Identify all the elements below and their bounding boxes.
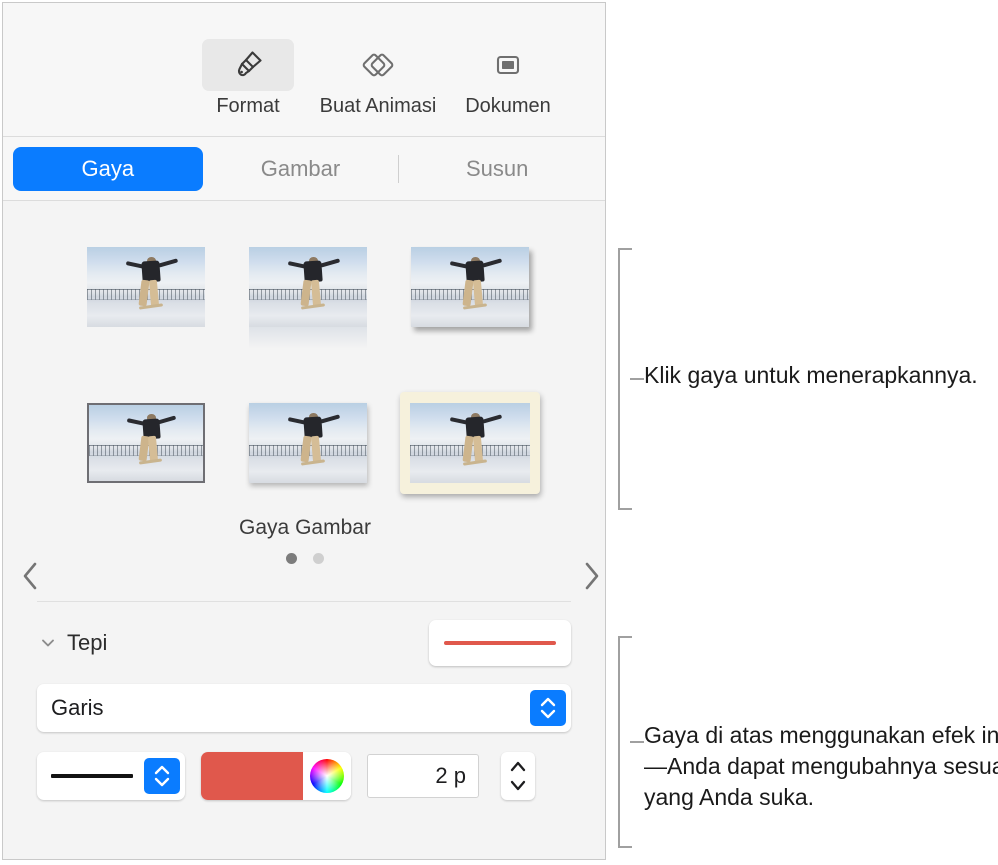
page-dot-2[interactable] [313, 553, 324, 564]
color-wheel-icon [310, 759, 344, 793]
line-style-popup[interactable] [37, 752, 185, 800]
callout-tick [630, 741, 644, 743]
border-color-well[interactable] [201, 752, 351, 800]
stroke-preview-line [444, 641, 556, 645]
chevron-down-icon[interactable] [37, 632, 59, 654]
toolbar-button-animate[interactable]: Buat Animasi [303, 39, 453, 119]
toolbar-button-format-label: Format [216, 95, 280, 117]
toolbar-button-animate-label: Buat Animasi [319, 95, 437, 117]
animate-diamonds-icon [332, 39, 424, 91]
callout-image-styles-text: Klik gaya untuk menerapkannya. [644, 362, 978, 388]
gallery-page-dots [3, 553, 605, 564]
style-thumbnail [249, 403, 367, 483]
tab-gaya[interactable]: Gaya [13, 146, 203, 191]
up-down-stepper-icon[interactable] [501, 752, 535, 800]
inspector-tabbar: Gaya Gambar Susun [3, 137, 605, 201]
callout-tick [630, 378, 644, 380]
image-style-option-3[interactable] [389, 209, 551, 365]
toolbar-button-format[interactable]: Format [193, 39, 303, 119]
border-width-field[interactable]: 2 p [367, 754, 479, 798]
toolbar-button-group: Format Buat Animasi Dokumen [193, 39, 563, 119]
color-wheel-button[interactable] [303, 752, 351, 800]
style-thumbnail [411, 247, 529, 327]
skater-photo [89, 405, 203, 481]
skater-photo [249, 247, 367, 327]
image-styles-gallery: Gaya Gambar [3, 201, 605, 601]
color-swatch[interactable] [201, 752, 303, 800]
skater-photo [87, 247, 205, 327]
image-style-grid [65, 209, 551, 521]
toolbar-button-document[interactable]: Dokumen [453, 39, 563, 119]
image-style-option-2[interactable] [227, 209, 389, 365]
up-down-chevrons-icon[interactable] [144, 758, 180, 794]
skater-photo [410, 403, 530, 483]
format-inspector-panel: Format Buat Animasi Dokumen Gaya Gambar … [2, 2, 606, 860]
border-controls-row: 2 p [37, 752, 571, 800]
border-section-title: Tepi [67, 630, 108, 655]
inspector-toolbar: Format Buat Animasi Dokumen [3, 3, 605, 137]
toolbar-button-document-label: Dokumen [465, 95, 551, 117]
border-type-value: Garis [51, 695, 104, 720]
page-dot-1[interactable] [286, 553, 297, 564]
gallery-caption: Gaya Gambar [239, 516, 371, 539]
image-style-option-6[interactable] [389, 365, 551, 521]
image-style-option-4[interactable] [65, 365, 227, 521]
style-thumbnail [87, 247, 205, 327]
border-section: Tepi Garis 2 p [3, 602, 605, 800]
reflection-effect [249, 327, 367, 350]
line-style-sample [51, 774, 133, 778]
style-thumbnail-selected [400, 392, 540, 494]
callout-border-effect-text: Gaya di atas menggunakan efek ini—Anda d… [644, 722, 998, 810]
style-thumbnail [87, 403, 205, 483]
up-down-chevrons-icon[interactable] [530, 690, 566, 726]
tab-susun[interactable]: Susun [399, 147, 595, 191]
style-thumbnail [249, 247, 367, 350]
tab-gambar[interactable]: Gambar [203, 147, 399, 191]
border-type-popup[interactable]: Garis [37, 684, 571, 732]
skater-photo [249, 403, 367, 483]
paintbrush-icon [202, 39, 294, 91]
skater-photo [411, 247, 529, 327]
document-frame-icon [462, 39, 554, 91]
border-section-header: Tepi [37, 602, 571, 684]
stroke-preview-button[interactable] [429, 620, 571, 666]
image-style-option-5[interactable] [227, 365, 389, 521]
image-style-option-1[interactable] [65, 209, 227, 365]
